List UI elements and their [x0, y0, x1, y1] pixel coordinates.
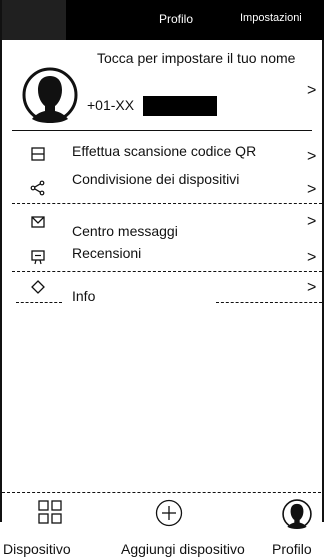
divider	[16, 302, 62, 303]
divider	[216, 302, 322, 303]
menu-item-reviews[interactable]: Recensioni >	[2, 242, 324, 268]
menu-item-device-sharing[interactable]: Condivisione dei dispositivi >	[2, 168, 324, 198]
app-screen: Profilo Impostazioni Tocca per impostare…	[0, 0, 324, 522]
chevron-right-icon: >	[307, 82, 317, 99]
grid-icon[interactable]	[38, 500, 62, 524]
chevron-right-icon: >	[307, 279, 317, 296]
chevron-right-icon: >	[307, 181, 317, 198]
profile-header[interactable]: Tocca per impostare il tuo nome +01-XX >	[2, 40, 324, 123]
divider	[12, 271, 322, 272]
profile-phone: +01-XX	[87, 97, 135, 113]
menu-item-label: Centro messaggi	[72, 223, 178, 239]
nav-dispositivo[interactable]: Dispositivo	[3, 541, 71, 557]
top-bar: Profilo Impostazioni	[2, 0, 324, 40]
bottom-nav: Dispositivo Aggiungi dispositivo Profilo	[0, 493, 324, 559]
menu-item-label: Info	[72, 288, 96, 304]
tab-profilo[interactable]: Profilo	[159, 12, 193, 26]
chevron-right-icon: >	[307, 213, 317, 230]
user-avatar-icon[interactable]	[282, 499, 312, 529]
profile-name-prompt[interactable]: Tocca per impostare il tuo nome	[97, 48, 297, 69]
chevron-right-icon: >	[307, 249, 317, 266]
chevron-right-icon: >	[307, 148, 317, 165]
top-bar-left-block	[2, 0, 66, 40]
menu-item-info[interactable]: Info >	[2, 276, 324, 304]
review-icon	[31, 250, 45, 265]
menu-item-message-center[interactable]: Centro messaggi >	[2, 210, 324, 240]
menu-item-qr-scan[interactable]: Effettua scansione codice QR >	[2, 141, 324, 165]
nav-aggiungi-dispositivo[interactable]: Aggiungi dispositivo	[121, 541, 245, 557]
mail-icon	[31, 216, 45, 228]
info-diamond-icon	[31, 280, 45, 294]
nav-profilo[interactable]: Profilo	[272, 541, 312, 557]
add-circle-icon[interactable]	[155, 499, 183, 527]
menu-item-label: Condivisione dei dispositivi	[72, 171, 240, 187]
menu-item-label: Recensioni	[72, 245, 142, 261]
redacted-phone-block	[143, 96, 217, 116]
divider	[12, 130, 312, 131]
share-icon	[30, 180, 45, 196]
divider	[12, 203, 322, 204]
qr-scan-icon	[31, 147, 45, 161]
user-avatar-icon[interactable]	[22, 67, 78, 123]
menu-item-label: Effettua scansione codice QR	[72, 143, 257, 159]
tab-impostazioni[interactable]: Impostazioni	[240, 12, 302, 24]
